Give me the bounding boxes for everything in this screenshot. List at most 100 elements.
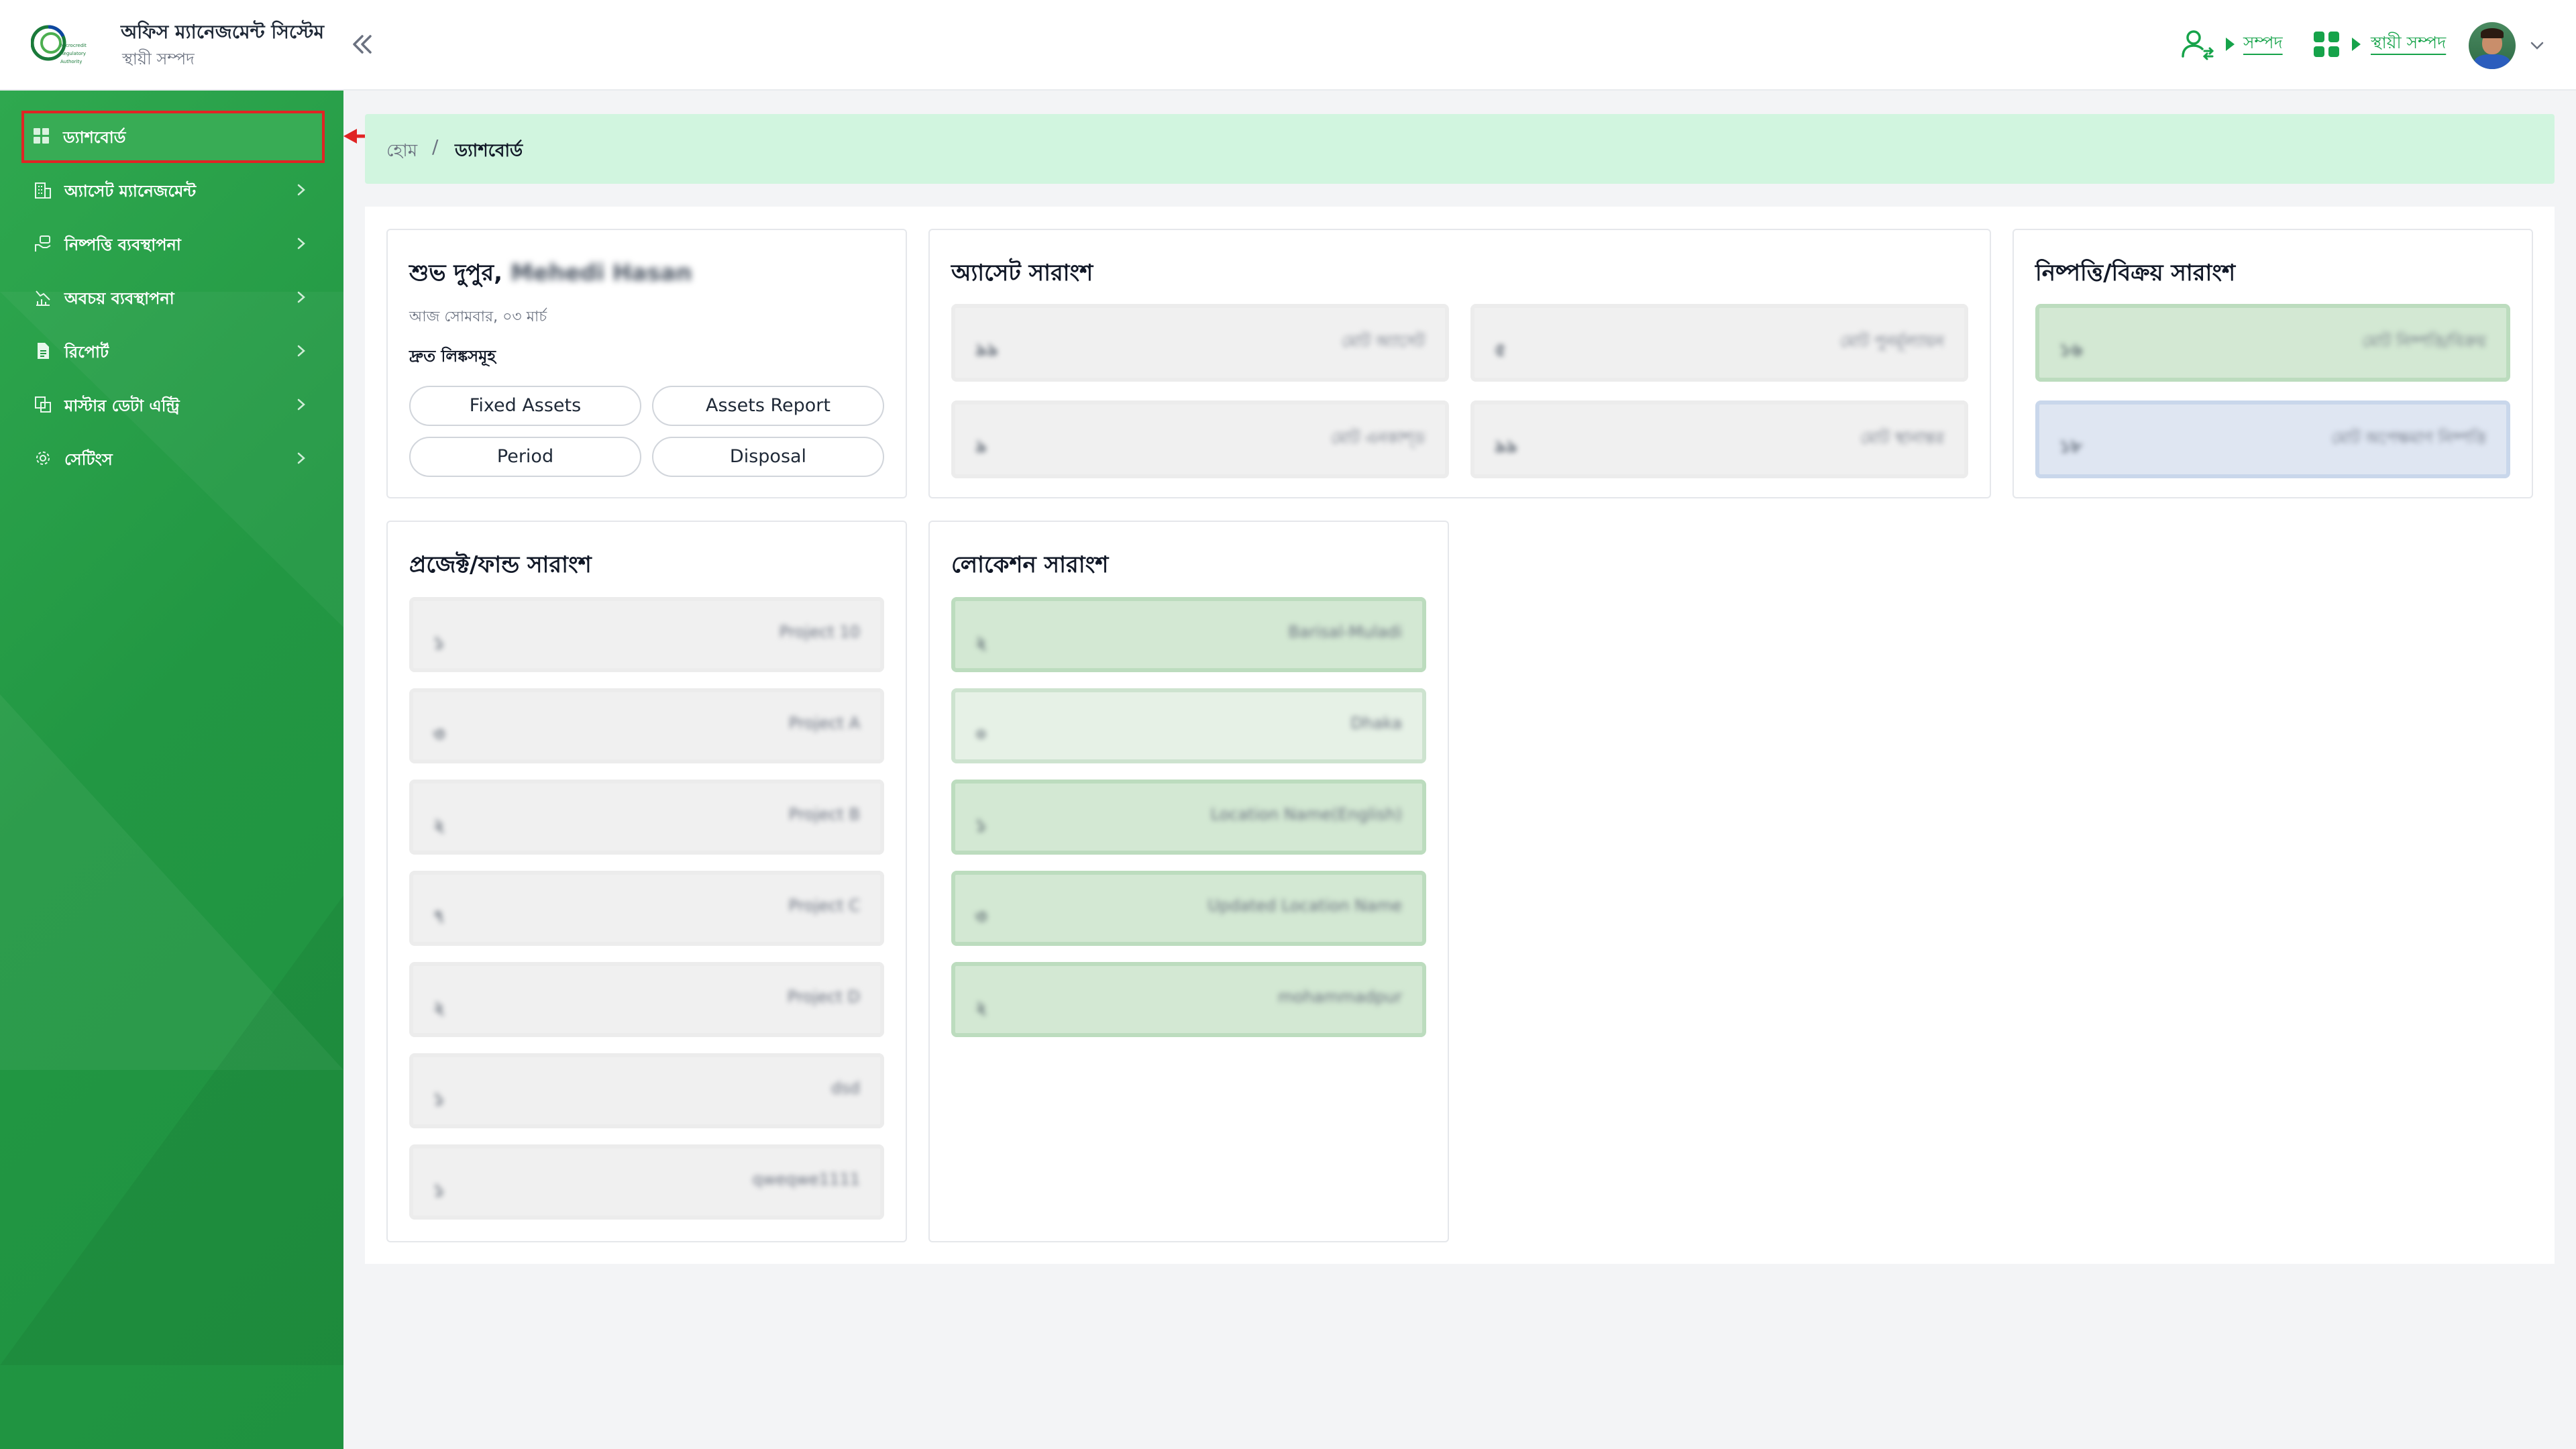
row-label: Dhaka bbox=[1350, 714, 1402, 733]
asset-summary-card: অ্যাসেট সারাংশ ৯৯ মোট অ্যাসেট ৫ মোট পুনর্ম… bbox=[928, 229, 1991, 498]
asset-summary-title: অ্যাসেট সারাংশ bbox=[951, 260, 1093, 286]
tile-value: ৯ bbox=[975, 437, 987, 457]
mra-logo: Microcredit Regulatory Authority bbox=[31, 25, 87, 64]
project-row[interactable]: ১ dsd bbox=[409, 1053, 884, 1128]
tile-value: ১৮ bbox=[2059, 437, 2082, 457]
row-value: ৩ bbox=[975, 907, 987, 927]
row-value: ২ bbox=[433, 816, 445, 836]
project-row[interactable]: ২ Project B bbox=[409, 780, 884, 855]
quick-link-period[interactable]: Period bbox=[409, 437, 641, 477]
sidebar-item-master-data-entry[interactable]: মাস্টার ডেটা এন্ট্রি bbox=[24, 380, 323, 429]
location-summary-card: লোকেশন সারাংশ ২ Barisal-Muladi ০ Dhaka ১ Lo… bbox=[928, 521, 1449, 1242]
row-label: Project C bbox=[788, 896, 861, 915]
asset-tile[interactable]: ৫ মোট পুনর্মূল্যায়ন bbox=[1470, 304, 1968, 382]
project-row[interactable]: ৩ Project A bbox=[409, 688, 884, 763]
greeting-title: শুভ দুপুর, Mehedi Hasan bbox=[409, 256, 692, 294]
data-entry-icon bbox=[35, 396, 51, 413]
tile-label: মোট স্থানান্তর bbox=[1860, 429, 1944, 447]
row-value: ২ bbox=[433, 998, 445, 1018]
location-row[interactable]: ২ mohammadpur bbox=[951, 962, 1426, 1037]
row-value: ১ bbox=[433, 1089, 445, 1110]
tile-label: মোট পুনর্মূল্যায়ন bbox=[1840, 332, 1944, 351]
sidebar-item-dashboard[interactable]: ড্যাশবোর্ড bbox=[21, 111, 325, 163]
gear-icon bbox=[36, 451, 50, 465]
current-date: আজ সোমবার, ০৩ মার্চ bbox=[409, 309, 547, 325]
breadcrumb-current: ড্যাশবোর্ড bbox=[455, 141, 523, 161]
location-row[interactable]: ২ Barisal-Muladi bbox=[951, 597, 1426, 672]
quick-link-assets-report[interactable]: Assets Report bbox=[652, 386, 884, 426]
asset-tile[interactable]: ৯ মোট এনকাশ্ড bbox=[951, 400, 1449, 478]
row-value: ২ bbox=[975, 998, 987, 1018]
row-label: Location Name(English) bbox=[1210, 805, 1402, 824]
user-switch-icon[interactable] bbox=[2180, 27, 2215, 62]
svg-text:Regulatory: Regulatory bbox=[60, 51, 86, 56]
sidebar-item-report[interactable]: রিপোর্ট bbox=[24, 327, 323, 375]
row-value: ১ bbox=[433, 1181, 445, 1201]
sidebar-item-label: নিষ্পত্তি ব্যবস্থাপনা bbox=[64, 235, 181, 254]
svg-text:Authority: Authority bbox=[60, 59, 82, 64]
location-row[interactable]: ০ Dhaka bbox=[951, 688, 1426, 763]
project-row[interactable]: ৭ Project C bbox=[409, 871, 884, 946]
disposal-tile[interactable]: ১৮ মোট অপেক্ষমাণ নিষ্পত্তি bbox=[2035, 400, 2510, 478]
tile-label: মোট অ্যাসেট bbox=[1341, 332, 1425, 351]
row-value: ১ bbox=[975, 816, 987, 836]
user-name: Mehedi Hasan bbox=[510, 260, 692, 286]
row-label: dsd bbox=[831, 1079, 860, 1097]
project-summary-card: প্রজেক্ট/ফান্ড সারাংশ ১ Project 10 ৩ Proje… bbox=[386, 521, 907, 1242]
disposal-summary-card: নিষ্পত্তি/বিক্রয় সারাংশ ১৬ মোট নিষ্পত্তি… bbox=[2012, 229, 2533, 498]
project-row[interactable]: ১ Project 10 bbox=[409, 597, 884, 672]
tile-label: মোট এনকাশ্ড bbox=[1331, 429, 1425, 447]
project-row[interactable]: ২ Project D bbox=[409, 962, 884, 1037]
sidebar-item-label: অবচয় ব্যবস্থাপনা bbox=[64, 289, 174, 308]
project-row[interactable]: ১ qweqwe1111 bbox=[409, 1144, 884, 1220]
sidebar-item-depreciation-management[interactable]: অবচয় ব্যবস্থাপনা bbox=[24, 273, 323, 321]
disposal-summary-title: নিষ্পত্তি/বিক্রয় সারাংশ bbox=[2035, 260, 2236, 286]
quick-link-fixed-assets[interactable]: Fixed Assets bbox=[409, 386, 641, 426]
greeting-card: শুভ দুপুর, Mehedi Hasan আজ সোমবার, ০৩ মা… bbox=[386, 229, 907, 498]
breadcrumb-link-assets[interactable]: সম্পদ bbox=[2243, 30, 2283, 58]
tile-label: মোট অপেক্ষমাণ নিষ্পত্তি bbox=[2331, 429, 2486, 447]
chevron-right-icon bbox=[297, 345, 305, 357]
row-value: ২ bbox=[975, 633, 987, 653]
dashboard-grid-icon bbox=[34, 128, 49, 144]
tile-label: মোট নিষ্পত্তি/বিক্রয় bbox=[2362, 332, 2486, 351]
sidebar-item-label: মাস্টার ডেটা এন্ট্রি bbox=[64, 396, 180, 415]
sidebar-item-disposal-management[interactable]: নিষ্পত্তি ব্যবস্থাপনা bbox=[24, 219, 323, 268]
user-avatar[interactable] bbox=[2469, 22, 2516, 69]
building-icon bbox=[35, 182, 51, 199]
chart-down-icon bbox=[36, 290, 50, 306]
sidebar-item-label: অ্যাসেট ম্যানেজমেন্ট bbox=[64, 182, 197, 201]
asset-tile[interactable]: ৯৯ মোট স্থানান্তর bbox=[1470, 400, 1968, 478]
apps-grid-icon[interactable] bbox=[2313, 31, 2340, 58]
asset-tile[interactable]: ৯৯ মোট অ্যাসেট bbox=[951, 304, 1449, 382]
row-label: Project D bbox=[787, 987, 860, 1006]
tile-value: ৯৯ bbox=[1495, 437, 1517, 457]
sidebar-item-settings[interactable]: সেটিংস bbox=[24, 434, 323, 482]
quick-link-disposal[interactable]: Disposal bbox=[652, 437, 884, 477]
sidebar-item-asset-management[interactable]: অ্যাসেট ম্যানেজমেন্ট bbox=[24, 166, 323, 214]
location-row[interactable]: ৩ Updated Location Name bbox=[951, 871, 1426, 946]
row-label: Barisal-Muladi bbox=[1288, 623, 1402, 641]
disposal-tile[interactable]: ১৬ মোট নিষ্পত্তি/বিক্রয় bbox=[2035, 304, 2510, 382]
row-value: ১ bbox=[433, 633, 445, 653]
sidebar-item-label: রিপোর্ট bbox=[64, 343, 109, 362]
collapse-sidebar-icon[interactable] bbox=[349, 30, 376, 59]
chevron-right-icon bbox=[297, 291, 305, 303]
breadcrumb: হোম / ড্যাশবোর্ড bbox=[365, 114, 2555, 184]
caret-right-icon bbox=[2226, 38, 2235, 51]
breadcrumb-separator: / bbox=[432, 136, 439, 158]
location-summary-title: লোকেশন সারাংশ bbox=[951, 551, 1109, 578]
app-subtitle: স্থায়ী সম্পদ bbox=[122, 50, 195, 68]
row-value: ০ bbox=[975, 724, 987, 745]
breadcrumb-home[interactable]: হোম bbox=[386, 137, 417, 166]
top-header: Microcredit Regulatory Authority অফিস ম্… bbox=[0, 0, 2576, 91]
breadcrumb-link-fixed-assets[interactable]: স্থায়ী সম্পদ bbox=[2371, 30, 2446, 58]
app-title: অফিস ম্যানেজমেন্ট সিস্টেম bbox=[121, 21, 325, 43]
location-row[interactable]: ১ Location Name(English) bbox=[951, 780, 1426, 855]
caret-right-icon bbox=[2352, 38, 2361, 51]
tile-value: ১৬ bbox=[2059, 340, 2082, 360]
chevron-right-icon bbox=[297, 237, 305, 250]
sidebar: ড্যাশবোর্ড অ্যাসেট ম্যানেজমেন্ট নিষ্পত্ত… bbox=[0, 91, 343, 1449]
row-label: Project B bbox=[788, 805, 860, 824]
chevron-down-icon[interactable] bbox=[2529, 38, 2545, 54]
